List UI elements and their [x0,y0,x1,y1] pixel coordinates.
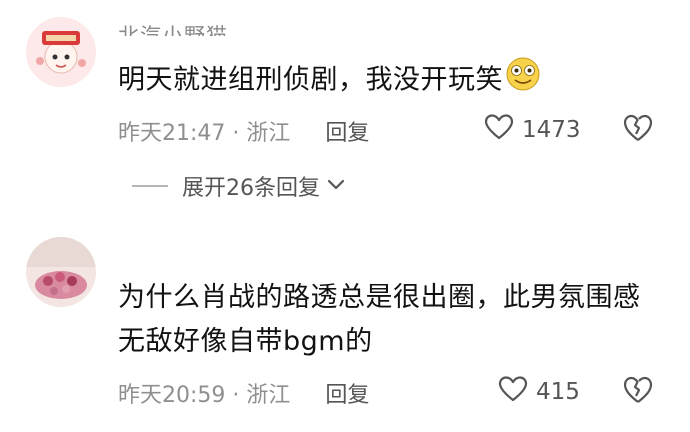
reply-button[interactable]: 回复 [325,121,369,146]
expand-replies-button[interactable]: 展开26条回复 [132,170,346,202]
broken-heart-icon [622,114,654,147]
meta-separator: · [232,121,240,146]
divider-line [132,185,168,187]
avatar-image [26,17,96,87]
comment-meta: 昨天21:47 · 浙江 回复 [118,115,369,147]
like-count: 415 [536,379,580,405]
reply-button[interactable]: 回复 [325,383,369,408]
comment-text: 明天就进组刑侦剧，我没开玩笑 [118,56,673,106]
comment-text-content: 明天就进组刑侦剧，我没开玩笑 [118,64,503,96]
comment-text-line: 为什么肖战的路透总是很出圈，此男氛围感 [118,282,641,313]
like-count: 1473 [522,117,581,143]
avatar[interactable] [26,17,96,87]
heart-outline-icon [498,375,536,409]
username[interactable]: 北汽小野猫 [118,20,228,36]
dislike-button[interactable] [622,375,654,409]
like-button[interactable]: 415 [498,375,580,409]
expand-replies-label: 展开26条回复 [182,176,320,201]
flushed-smile-emoji-icon [505,56,541,106]
dislike-button[interactable] [622,113,654,147]
comment-location: 浙江 [246,121,291,146]
comment-meta: 昨天20:59 · 浙江 回复 [118,377,369,409]
comment-time: 昨天20:59 [118,383,226,408]
avatar[interactable] [26,237,96,307]
avatar-image [26,237,96,307]
like-button[interactable]: 1473 [484,113,581,147]
chevron-down-icon [320,174,346,199]
comment-time: 昨天21:47 [118,121,226,146]
comment-text: 为什么肖战的路透总是很出圈，此男氛围感 无敌好像自带bgm的 [118,276,673,364]
comment-text-line: 无敌好像自带bgm的 [118,326,373,357]
broken-heart-icon [622,376,654,409]
meta-separator: · [232,383,240,408]
comment-location: 浙江 [246,383,291,408]
heart-outline-icon [484,113,522,147]
